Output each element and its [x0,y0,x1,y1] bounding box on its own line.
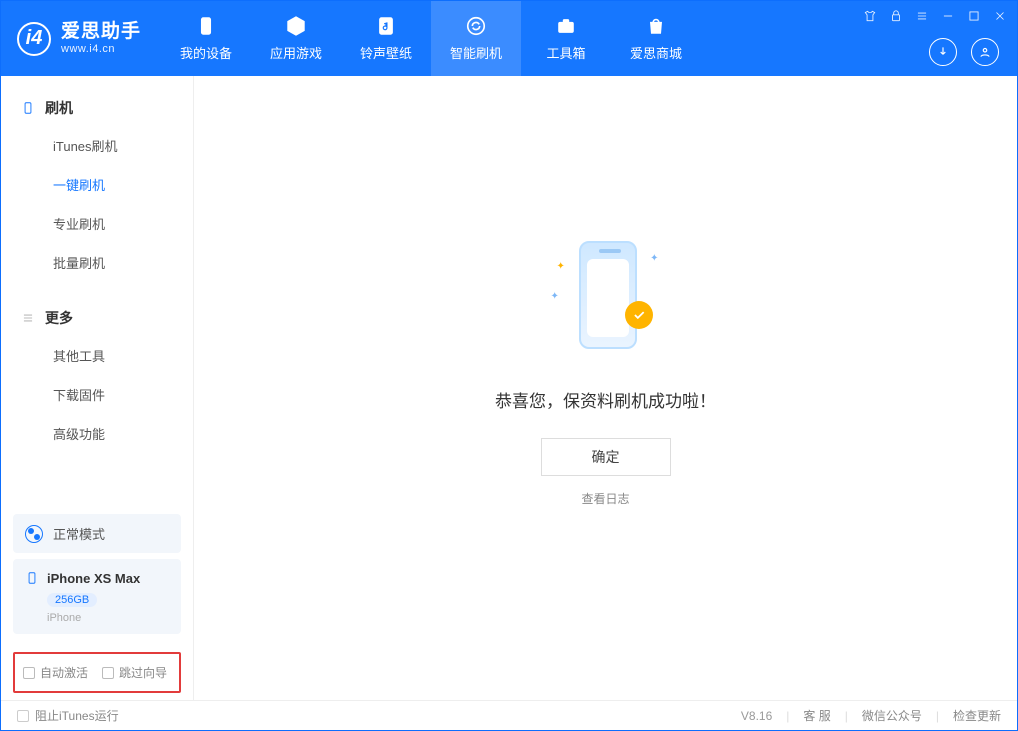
nav-toolbox[interactable]: 工具箱 [521,1,611,76]
checkbox-block-itunes[interactable]: 阻止iTunes运行 [17,707,119,724]
ok-button[interactable]: 确定 [541,438,671,476]
status-bar: 阻止iTunes运行 V8.16 | 客 服 | 微信公众号 | 检查更新 [1,700,1017,730]
sidebar-item-download-firmware[interactable]: 下载固件 [1,375,193,414]
app-name-cn: 爱思助手 [61,22,141,43]
sidebar-item-other-tools[interactable]: 其他工具 [1,336,193,375]
main-nav: 我的设备 应用游戏 铃声壁纸 智能刷机 工具箱 爱思商城 [161,1,701,76]
sidebar-group-flash: 刷机 [1,90,193,126]
nav-label: 爱思商城 [630,43,682,62]
checkbox-label: 自动激活 [40,664,88,681]
success-message: 恭喜您，保资料刷机成功啦！ [495,387,716,412]
device-type: iPhone [47,612,169,624]
sidebar-group-label: 刷机 [45,98,73,118]
device-name: iPhone XS Max [47,571,140,586]
checkbox-auto-activate[interactable]: 自动激活 [23,664,88,681]
mode-label: 正常模式 [53,524,105,543]
support-link[interactable]: 客 服 [803,707,830,724]
sidebar-item-pro-flash[interactable]: 专业刷机 [1,204,193,243]
refresh-shield-icon [465,15,487,37]
minimize-icon[interactable] [939,7,957,25]
sidebar-item-batch-flash[interactable]: 批量刷机 [1,243,193,282]
nav-store[interactable]: 爱思商城 [611,1,701,76]
lock-icon[interactable] [887,7,905,25]
sidebar-group-label: 更多 [45,308,73,328]
options-highlight-box: 自动激活 跳过向导 [13,652,181,693]
nav-label: 智能刷机 [450,43,502,62]
phone-icon [21,101,35,115]
main-content: ✦ ✦ ✦ 恭喜您，保资料刷机成功啦！ 确定 查看日志 [194,76,1017,701]
mode-card[interactable]: 正常模式 [13,514,181,553]
nav-label: 铃声壁纸 [360,43,412,62]
checkbox-label: 跳过向导 [119,664,167,681]
version-label: V8.16 [741,709,772,723]
maximize-icon[interactable] [965,7,983,25]
sparkle-icon: ✦ [650,253,658,264]
sidebar-scroll: 刷机 iTunes刷机 一键刷机 专业刷机 批量刷机 更多 其他工具 下载固件 … [1,76,193,504]
sidebar-item-advanced[interactable]: 高级功能 [1,414,193,453]
app-header: i4 爱思助手 www.i4.cn 我的设备 应用游戏 铃声壁纸 智能刷机 工具… [1,1,1017,76]
sidebar-item-itunes-flash[interactable]: iTunes刷机 [1,126,193,165]
app-name-en: www.i4.cn [61,43,141,55]
user-button[interactable] [971,38,999,66]
nav-apps-games[interactable]: 应用游戏 [251,1,341,76]
wechat-link[interactable]: 微信公众号 [862,707,922,724]
device-icon [195,15,217,37]
nav-label: 工具箱 [547,43,586,62]
header-right-buttons [929,38,999,66]
phone-outline-icon [25,569,39,587]
shirt-icon[interactable] [861,7,879,25]
app-body: 刷机 iTunes刷机 一键刷机 专业刷机 批量刷机 更多 其他工具 下载固件 … [1,76,1017,701]
sidebar-group-more: 更多 [1,300,193,336]
nav-ringtones-wallpapers[interactable]: 铃声壁纸 [341,1,431,76]
check-update-link[interactable]: 检查更新 [953,707,1001,724]
mode-icon [25,525,43,543]
close-icon[interactable] [991,7,1009,25]
check-badge-icon [625,301,653,329]
checkbox-icon [17,710,29,722]
nav-smart-flash[interactable]: 智能刷机 [431,1,521,76]
success-illustration: ✦ ✦ ✦ [551,231,661,361]
logo-text: 爱思助手 www.i4.cn [61,22,141,55]
sparkle-icon: ✦ [551,291,559,302]
sidebar: 刷机 iTunes刷机 一键刷机 专业刷机 批量刷机 更多 其他工具 下载固件 … [1,76,194,701]
nav-label: 我的设备 [180,43,232,62]
checkbox-icon [23,667,35,679]
device-card[interactable]: iPhone XS Max 256GB iPhone [13,559,181,634]
nav-label: 应用游戏 [270,43,322,62]
sparkle-icon: ✦ [557,261,565,272]
bag-icon [645,15,667,37]
device-capacity: 256GB [47,593,97,607]
cube-icon [285,15,307,37]
nav-my-device[interactable]: 我的设备 [161,1,251,76]
view-log-link[interactable]: 查看日志 [581,490,629,507]
download-button[interactable] [929,38,957,66]
toolbox-icon [555,15,577,37]
checkbox-skip-guide[interactable]: 跳过向导 [102,664,167,681]
checkbox-icon [102,667,114,679]
logo-icon: i4 [17,22,51,56]
music-file-icon [375,15,397,37]
list-icon [21,311,35,325]
app-logo[interactable]: i4 爱思助手 www.i4.cn [1,1,161,76]
titlebar-icons [861,7,1009,25]
checkbox-label: 阻止iTunes运行 [35,707,119,724]
menu-icon[interactable] [913,7,931,25]
sidebar-item-oneclick-flash[interactable]: 一键刷机 [1,165,193,204]
phone-graphic [579,241,637,349]
